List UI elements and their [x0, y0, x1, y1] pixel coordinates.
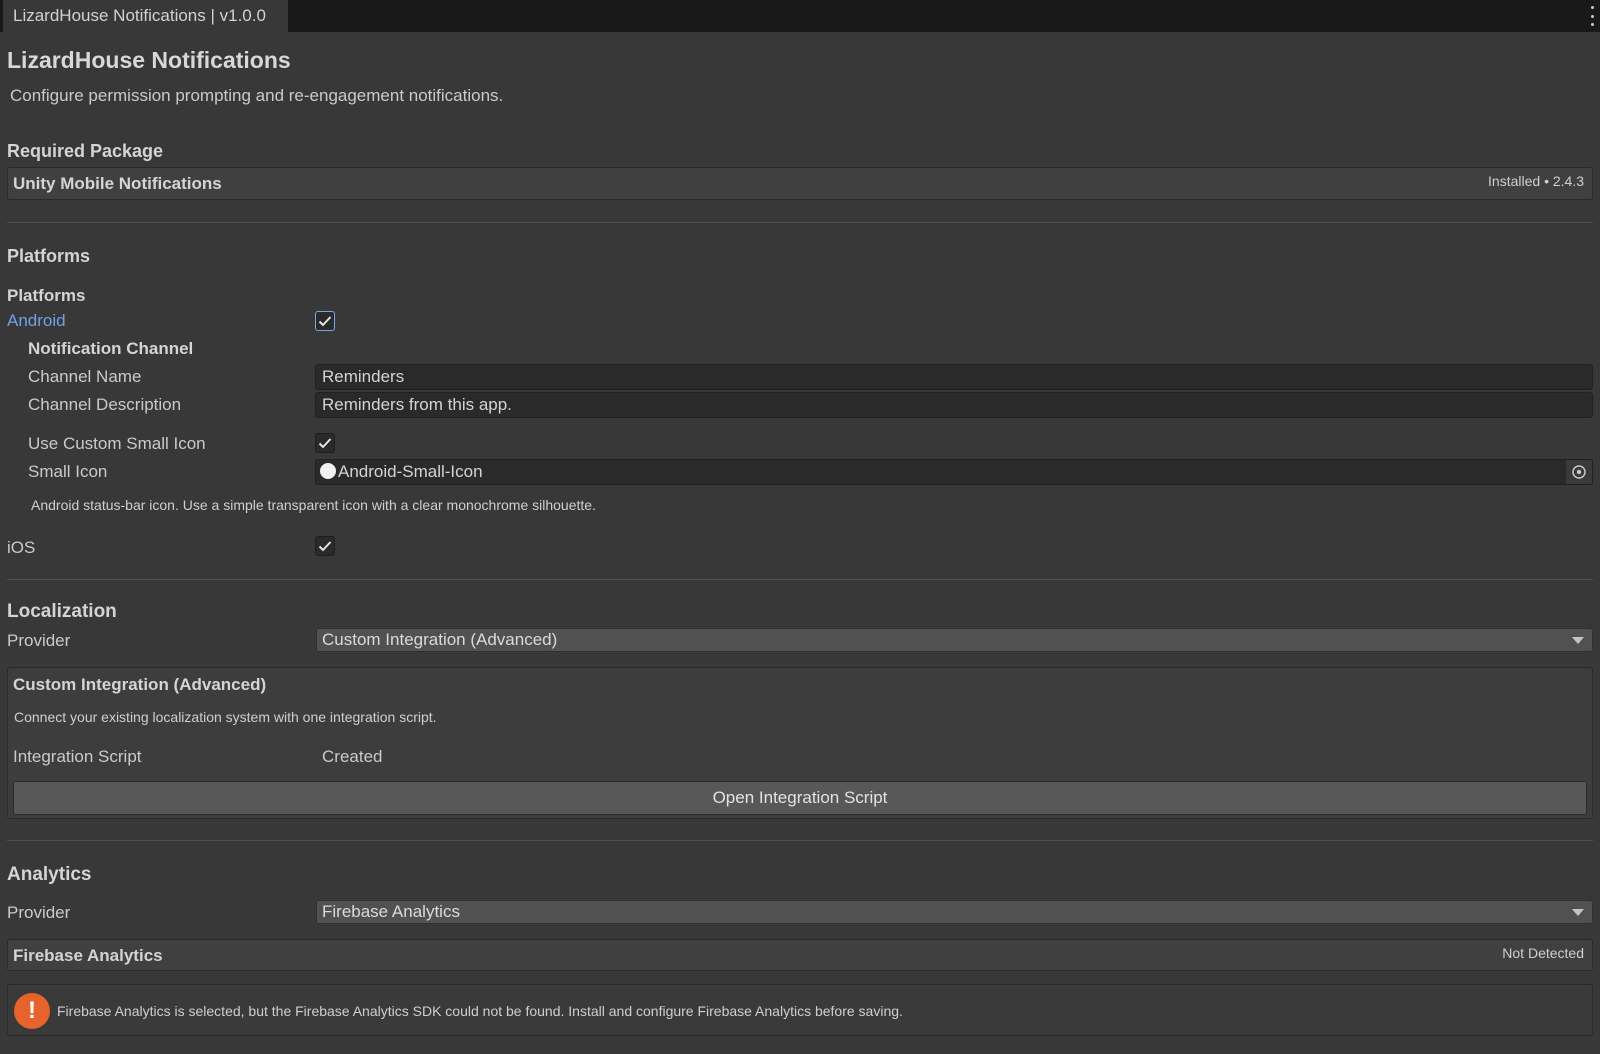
window-tab[interactable]: LizardHouse Notifications | v1.0.0	[3, 0, 288, 32]
platforms-group-label: Platforms	[7, 286, 86, 305]
channel-name-label: Channel Name	[28, 367, 142, 386]
channel-description-label: Channel Description	[28, 395, 182, 414]
analytics-provider-value: Firebase Analytics	[322, 902, 460, 921]
firebase-analytics-status: Not Detected	[1502, 945, 1584, 961]
warning-icon: !	[14, 993, 50, 1029]
divider	[7, 222, 1593, 223]
notification-channel-heading: Notification Channel	[28, 339, 194, 358]
channel-description-field[interactable]: Reminders from this app.	[315, 392, 1593, 418]
custom-integration-title: Custom Integration (Advanced)	[13, 675, 267, 694]
package-name: Unity Mobile Notifications	[13, 174, 222, 193]
checkmark-icon	[318, 316, 332, 327]
analytics-provider-dropdown[interactable]: Firebase Analytics	[316, 900, 1593, 924]
analytics-provider-label: Provider	[7, 903, 71, 922]
android-checkbox[interactable]	[315, 311, 335, 331]
ios-label: iOS	[7, 538, 36, 557]
analytics-heading: Analytics	[7, 864, 92, 885]
page-title: LizardHouse Notifications	[7, 47, 291, 73]
checkmark-icon	[318, 541, 332, 552]
integration-script-status: Created	[322, 747, 383, 766]
divider	[7, 840, 1593, 841]
localization-provider-label: Provider	[7, 631, 71, 650]
custom-integration-panel: Custom Integration (Advanced) Connect yo…	[7, 667, 1593, 819]
ios-checkbox[interactable]	[315, 536, 335, 556]
small-icon-label: Small Icon	[28, 462, 108, 481]
firebase-warning-box: ! Firebase Analytics is selected, but th…	[7, 984, 1593, 1036]
integration-script-label: Integration Script	[13, 747, 142, 766]
channel-name-field[interactable]: Reminders	[315, 364, 1593, 390]
android-label[interactable]: Android	[7, 311, 66, 331]
object-picker-icon[interactable]	[1566, 460, 1592, 484]
required-package-panel: Unity Mobile Notifications Installed • 2…	[7, 167, 1593, 200]
divider	[7, 579, 1593, 580]
firebase-warning-message: Firebase Analytics is selected, but the …	[57, 1003, 903, 1019]
open-integration-script-button[interactable]: Open Integration Script	[13, 781, 1587, 815]
localization-heading: Localization	[7, 601, 117, 622]
more-options-icon[interactable]	[1588, 6, 1596, 26]
firebase-analytics-panel: Firebase Analytics Not Detected	[7, 939, 1593, 971]
small-icon-field[interactable]: Android-Small-Icon	[315, 459, 1593, 485]
custom-integration-description: Connect your existing localization syste…	[14, 709, 437, 725]
small-icon-help-text: Android status-bar icon. Use a simple tr…	[31, 497, 596, 513]
localization-provider-dropdown[interactable]: Custom Integration (Advanced)	[316, 628, 1593, 652]
chevron-down-icon	[1572, 909, 1584, 916]
localization-provider-value: Custom Integration (Advanced)	[322, 630, 558, 649]
platforms-section-heading: Platforms	[7, 246, 91, 266]
small-icon-value: Android-Small-Icon	[338, 462, 483, 481]
package-status: Installed • 2.4.3	[1488, 173, 1584, 189]
chevron-down-icon	[1572, 637, 1584, 644]
editor-tab-bar: LizardHouse Notifications | v1.0.0	[0, 0, 1600, 32]
asset-icon	[320, 463, 336, 479]
page-subtitle: Configure permission prompting and re-en…	[10, 86, 504, 105]
required-package-heading: Required Package	[7, 141, 164, 161]
use-custom-small-icon-label: Use Custom Small Icon	[28, 434, 206, 453]
checkmark-icon	[318, 438, 332, 449]
use-custom-small-icon-checkbox[interactable]	[315, 433, 335, 453]
firebase-analytics-title: Firebase Analytics	[13, 946, 163, 965]
